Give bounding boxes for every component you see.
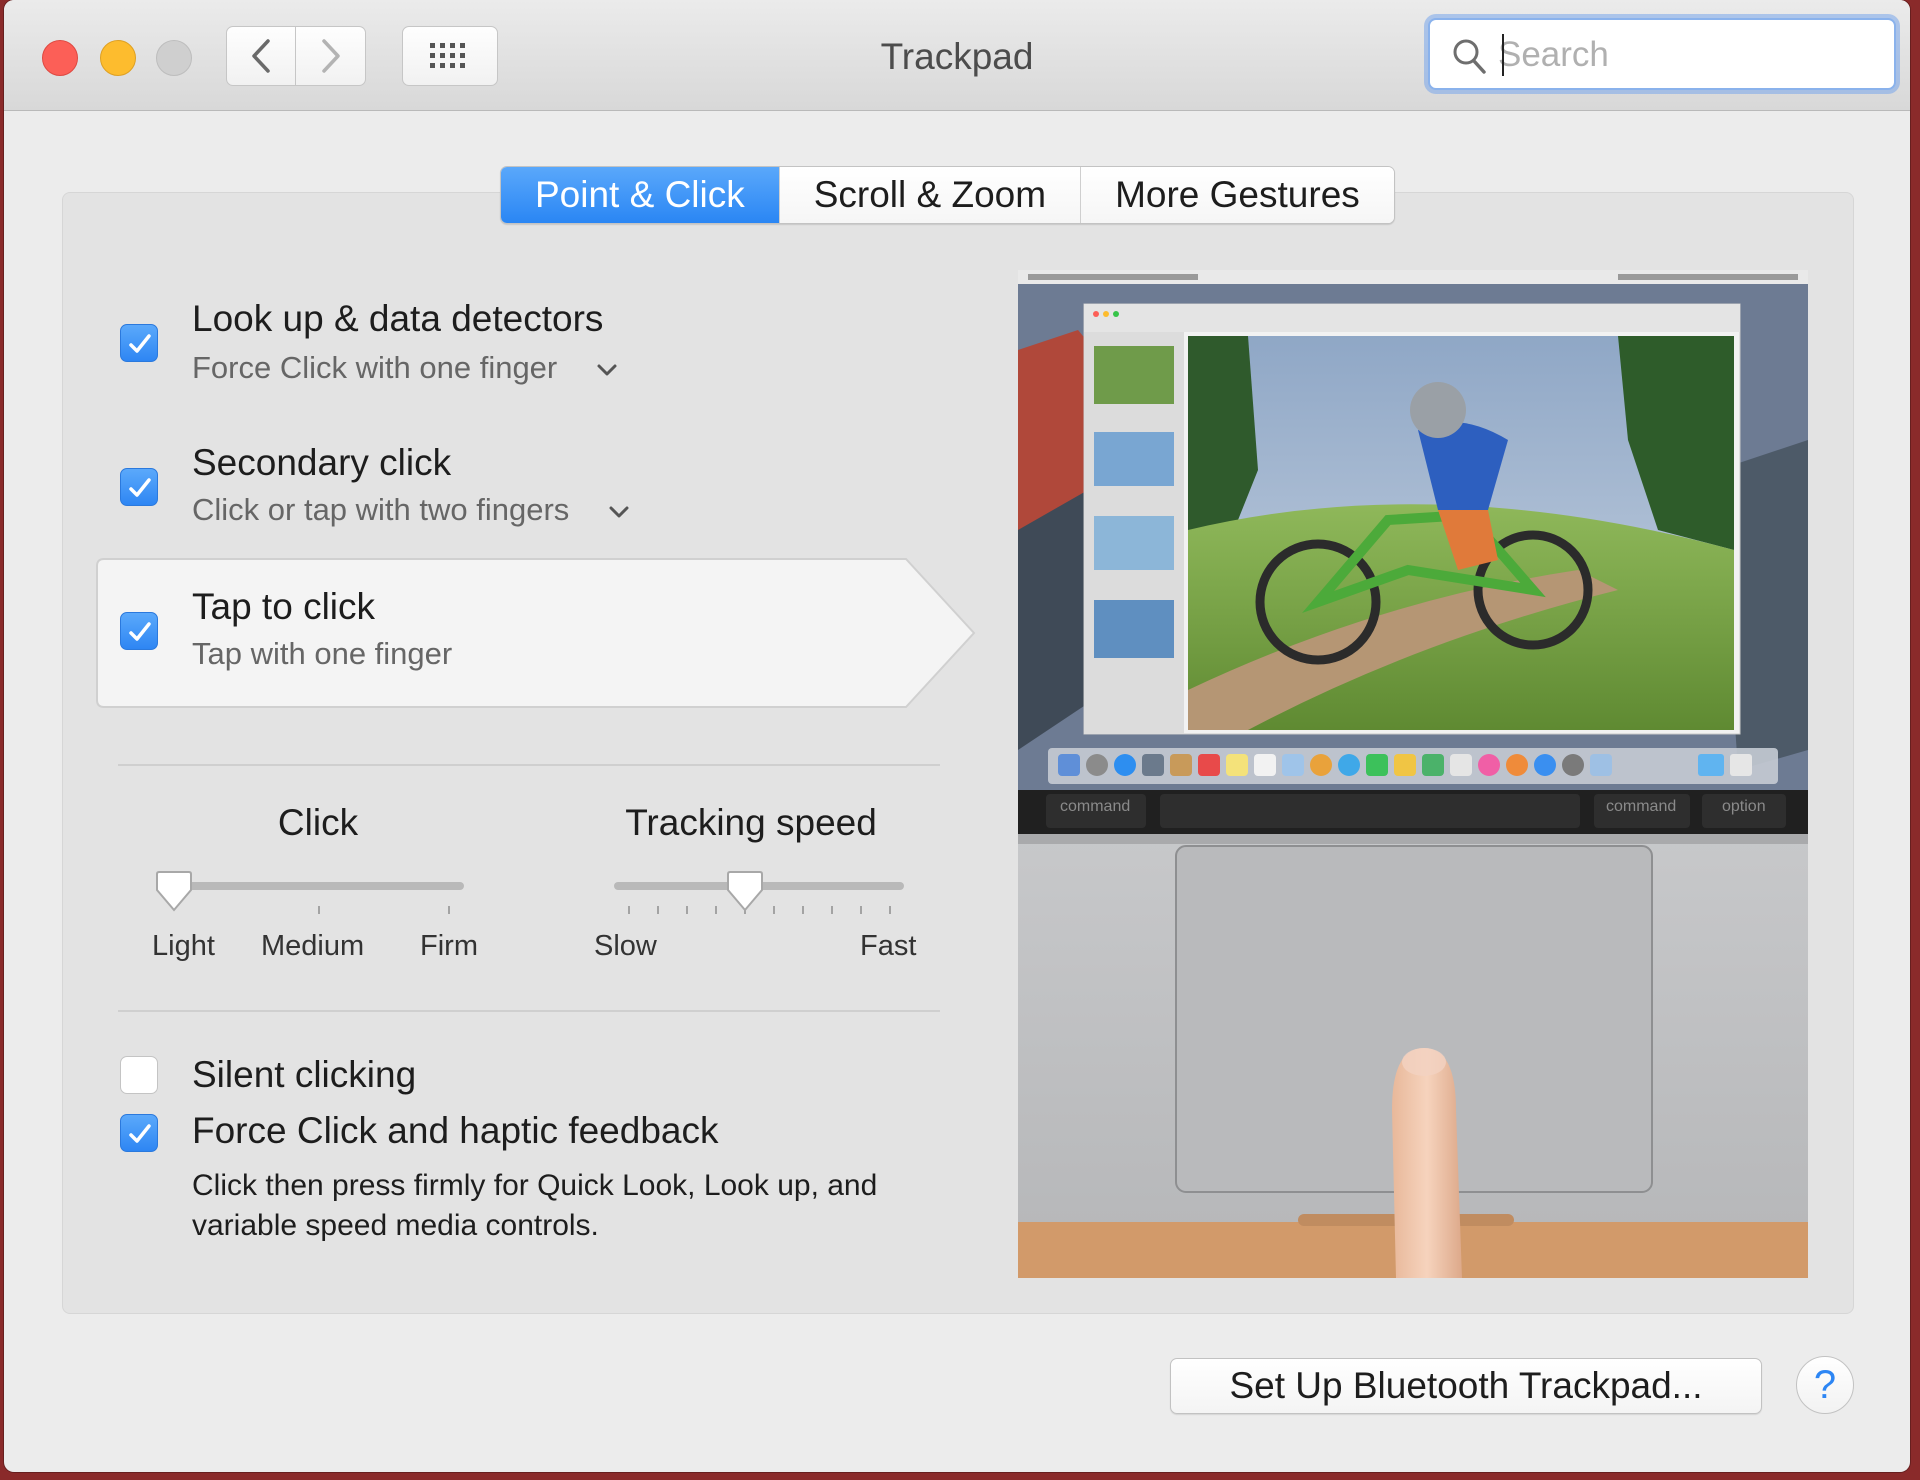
chevron-down-icon — [597, 364, 617, 376]
checkmark-icon — [129, 478, 151, 497]
secondary-click-popup[interactable]: Click or tap with two fingers — [192, 492, 630, 528]
secondary-click-title: Secondary click — [192, 442, 452, 483]
click-scale-light: Light — [152, 930, 215, 962]
key-command-right: command — [1606, 798, 1677, 815]
title-bar: Trackpad — [4, 0, 1910, 111]
silent-clicking-checkbox[interactable] — [120, 1056, 158, 1094]
selected-option-highlight — [96, 558, 976, 708]
gesture-preview-video: command command option — [1018, 270, 1808, 1278]
lookup-subtitle: Force Click with one finger — [192, 350, 558, 385]
click-scale-firm: Firm — [420, 930, 478, 962]
setup-bluetooth-trackpad-button[interactable]: Set Up Bluetooth Trackpad... — [1170, 1358, 1762, 1414]
checkmark-icon — [129, 1124, 151, 1143]
trackpad-illustration — [1018, 270, 1808, 1278]
force-click-checkbox[interactable] — [120, 1114, 158, 1152]
slider-tick — [802, 906, 804, 914]
chevron-down-icon — [609, 506, 629, 518]
tab-more-gestures[interactable]: More Gestures — [1081, 167, 1394, 223]
tracking-scale-slow: Slow — [594, 930, 657, 962]
tap-to-click-title: Tap to click — [192, 586, 376, 627]
slider-tick — [448, 906, 450, 914]
text-caret — [1502, 34, 1504, 76]
tab-bar: Point & Click Scroll & Zoom More Gesture… — [500, 166, 1395, 224]
secondary-click-subtitle: Click or tap with two fingers — [192, 492, 570, 527]
slider-tick — [715, 906, 717, 914]
divider — [118, 1010, 940, 1012]
slider-tick — [628, 906, 630, 914]
slider-tick — [686, 906, 688, 914]
click-scale-medium: Medium — [261, 930, 365, 962]
tab-scroll-zoom[interactable]: Scroll & Zoom — [779, 167, 1082, 223]
slider-tick — [657, 906, 659, 914]
secondary-click-checkbox[interactable] — [120, 468, 158, 506]
force-click-description: Click then press firmly for Quick Look, … — [192, 1169, 878, 1242]
trackpad-window: Trackpad Point & Click Scroll & Zoom Mor… — [4, 0, 1910, 1472]
slider-tick — [773, 906, 775, 914]
divider — [118, 764, 940, 766]
click-slider-label: Click — [277, 802, 359, 843]
slider-tick — [860, 906, 862, 914]
checkmark-icon — [129, 622, 151, 641]
click-slider-track[interactable] — [174, 882, 464, 890]
search-input[interactable] — [1496, 28, 1880, 82]
key-command-left: command — [1060, 798, 1131, 815]
click-slider-knob[interactable] — [155, 870, 193, 912]
tracking-speed-knob[interactable] — [726, 870, 764, 912]
lookup-gesture-popup[interactable]: Force Click with one finger — [192, 350, 618, 386]
tracking-scale-fast: Fast — [860, 930, 917, 962]
slider-tick — [831, 906, 833, 914]
slider-tick — [889, 906, 891, 914]
force-click-title: Force Click and haptic feedback — [192, 1110, 719, 1151]
search-icon — [1453, 39, 1486, 74]
tracking-speed-label: Tracking speed — [625, 802, 877, 843]
help-button[interactable]: ? — [1796, 1356, 1854, 1414]
slider-tick — [318, 906, 320, 914]
tab-point-click[interactable]: Point & Click — [501, 167, 780, 223]
tap-to-click-checkbox[interactable] — [120, 612, 158, 650]
lookup-title: Look up & data detectors — [192, 298, 604, 339]
checkmark-icon — [129, 334, 151, 353]
tap-to-click-subtitle: Tap with one finger — [192, 636, 453, 671]
silent-clicking-title: Silent clicking — [192, 1054, 417, 1095]
search-field[interactable] — [1428, 18, 1896, 90]
key-option: option — [1722, 798, 1766, 815]
lookup-checkbox[interactable] — [120, 324, 158, 362]
